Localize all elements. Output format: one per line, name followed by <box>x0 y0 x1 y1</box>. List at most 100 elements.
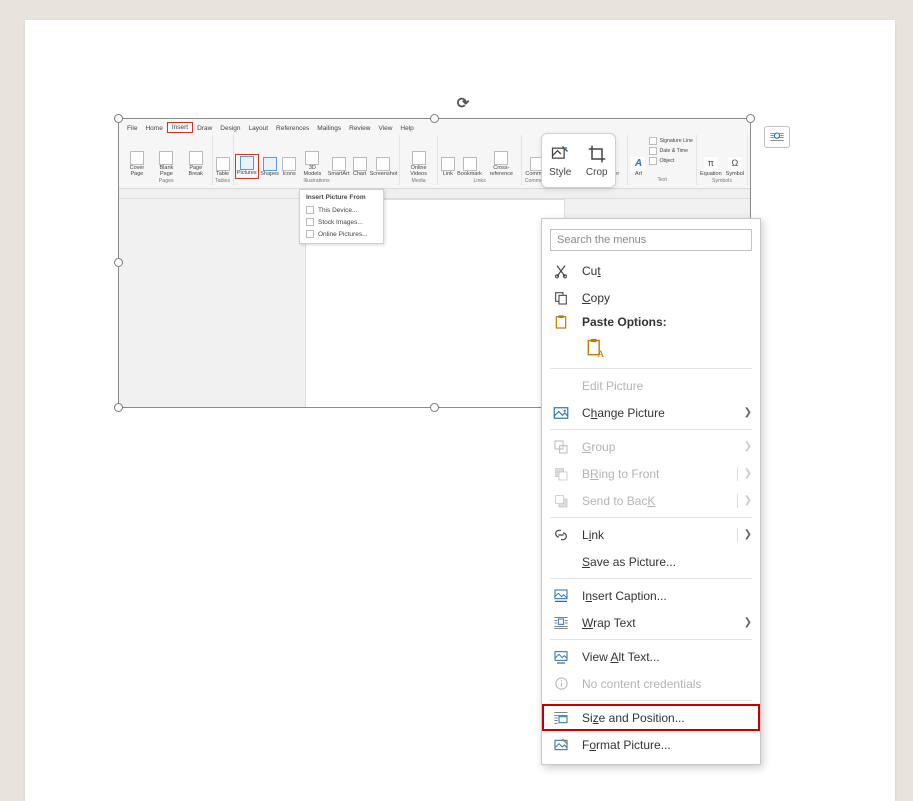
ctx-link-label: Link <box>582 528 731 542</box>
chevron-right-icon: ❯ <box>744 529 752 540</box>
screenshot-button[interactable]: Screenshot <box>369 156 399 179</box>
separator <box>550 700 752 701</box>
ribbon-groups: Cover Page Blank Page Page Break Pages T… <box>119 133 750 185</box>
separator <box>550 368 752 369</box>
ctx-save-as-picture[interactable]: Save as Picture... <box>542 548 760 575</box>
ctx-size-label: Size and Position... <box>582 711 752 725</box>
ctx-copy-label: Copy <box>582 291 752 305</box>
dd-this-device[interactable]: This Device... <box>300 204 383 216</box>
dd-stock-images[interactable]: Stock Images... <box>300 216 383 228</box>
group-media: Online Videos Media <box>400 135 438 185</box>
symbol-button[interactable]: ΩSymbol <box>724 156 746 179</box>
tab-draw[interactable]: Draw <box>193 124 216 133</box>
tab-references[interactable]: References <box>272 124 313 133</box>
dd-online-pictures[interactable]: Online Pictures... <box>300 228 383 240</box>
pictures-dropdown: Insert Picture From This Device... Stock… <box>299 189 384 244</box>
crop-button[interactable]: Crop <box>579 134 616 187</box>
tab-help[interactable]: Help <box>396 124 417 133</box>
resize-handle[interactable] <box>430 403 439 412</box>
ctx-wrap-text[interactable]: Wrap Text ❯ <box>542 609 760 636</box>
chart-button[interactable]: Chart <box>351 156 369 179</box>
resize-handle[interactable] <box>430 114 439 123</box>
resize-handle[interactable] <box>114 258 123 267</box>
ctx-change-picture[interactable]: Change Picture ❯ <box>542 399 760 426</box>
tab-insert[interactable]: Insert <box>167 122 193 133</box>
separator <box>550 517 752 518</box>
wrap-text-icon <box>552 614 570 632</box>
paste-keep-source[interactable]: A <box>582 335 608 361</box>
ctx-size-and-position[interactable]: Size and Position... <box>542 704 760 731</box>
ctx-save-label: Save as Picture... <box>582 555 752 569</box>
style-button[interactable]: Style <box>542 134 579 187</box>
chevron-right-icon: ❯ <box>744 407 752 418</box>
wordart-button[interactable]: AArt <box>629 156 647 179</box>
date-time-button[interactable]: Date & Time <box>647 147 694 155</box>
dropdown-header: Insert Picture From <box>300 193 383 204</box>
3d-models-button[interactable]: 3D Models <box>298 150 326 179</box>
ctx-copy[interactable]: Copy <box>542 284 760 311</box>
icons-button[interactable]: Icons <box>280 156 298 179</box>
cross-ref-button[interactable]: Cross-reference <box>482 150 520 179</box>
format-picture-icon <box>552 736 570 754</box>
ctx-insert-caption[interactable]: Insert Caption... <box>542 582 760 609</box>
ctx-view-alt-text[interactable]: View Alt Text... <box>542 643 760 670</box>
online-videos-button[interactable]: Online Videos <box>401 150 436 179</box>
search-menus-input[interactable]: Search the menus <box>550 229 752 251</box>
separator <box>550 639 752 640</box>
caption-icon <box>552 587 570 605</box>
tab-view[interactable]: View <box>374 124 396 133</box>
pictures-button[interactable]: Pictures <box>235 154 259 179</box>
table-button[interactable]: Table <box>214 156 232 179</box>
layout-options-button[interactable] <box>764 126 790 148</box>
ribbon: File Home Insert Draw Design Layout Refe… <box>119 119 750 189</box>
send-to-back-icon <box>552 492 570 510</box>
resize-handle[interactable] <box>114 403 123 412</box>
cut-icon <box>552 262 570 280</box>
page-break-button[interactable]: Page Break <box>181 150 211 179</box>
equation-button[interactable]: πEquation <box>698 156 724 179</box>
rotate-handle-icon[interactable]: ⟳ <box>455 94 471 110</box>
tab-review[interactable]: Review <box>345 124 374 133</box>
ctx-caption-label: Insert Caption... <box>582 589 752 603</box>
change-picture-icon <box>552 404 570 422</box>
group-icon <box>552 438 570 456</box>
ctx-no-credentials: No content credentials <box>542 670 760 697</box>
resize-handle[interactable] <box>114 114 123 123</box>
blank-icon <box>552 377 570 395</box>
copy-icon <box>552 289 570 307</box>
info-icon <box>552 675 570 693</box>
resize-handle[interactable] <box>746 114 755 123</box>
group-links: Link Bookmark Cross-reference Links <box>438 135 523 185</box>
ctx-format-label: Format Picture... <box>582 738 752 752</box>
link-button[interactable]: Link <box>439 156 457 179</box>
ctx-edit-picture: Edit Picture <box>542 372 760 399</box>
bookmark-button[interactable]: Bookmark <box>457 156 482 179</box>
tab-layout[interactable]: Layout <box>245 124 273 133</box>
tab-home[interactable]: Home <box>141 124 166 133</box>
ruler <box>119 189 750 199</box>
chevron-right-icon: ❯ <box>744 495 752 506</box>
smartart-button[interactable]: SmartArt <box>327 156 351 179</box>
chevron-right-icon: ❯ <box>744 617 752 628</box>
shapes-button[interactable]: Shapes <box>259 156 280 179</box>
blank-page-button[interactable]: Blank Page <box>152 150 181 179</box>
ctx-btf-label: BRing to Front <box>582 467 731 481</box>
context-menu: Search the menus Cut Copy Paste Options:… <box>541 218 761 765</box>
object-button[interactable]: Object <box>647 157 694 165</box>
tab-mailings[interactable]: Mailings <box>313 124 345 133</box>
separator <box>550 578 752 579</box>
ctx-format-picture[interactable]: Format Picture... <box>542 731 760 758</box>
separator <box>550 429 752 430</box>
size-position-icon <box>552 709 570 727</box>
ctx-link[interactable]: Link ❯ <box>542 521 760 548</box>
tab-file[interactable]: File <box>123 124 141 133</box>
style-icon <box>550 144 570 164</box>
tab-design[interactable]: Design <box>216 124 244 133</box>
signature-line-button[interactable]: Signature Line <box>647 137 694 145</box>
cover-page-button[interactable]: Cover Page <box>122 150 152 179</box>
ctx-change-picture-label: Change Picture <box>582 406 744 420</box>
ctx-stb-label: Send to BacK <box>582 494 731 508</box>
ctx-group-label: Group <box>582 440 744 454</box>
mini-toolbar: Style Crop <box>541 133 616 188</box>
ctx-cut[interactable]: Cut <box>542 257 760 284</box>
